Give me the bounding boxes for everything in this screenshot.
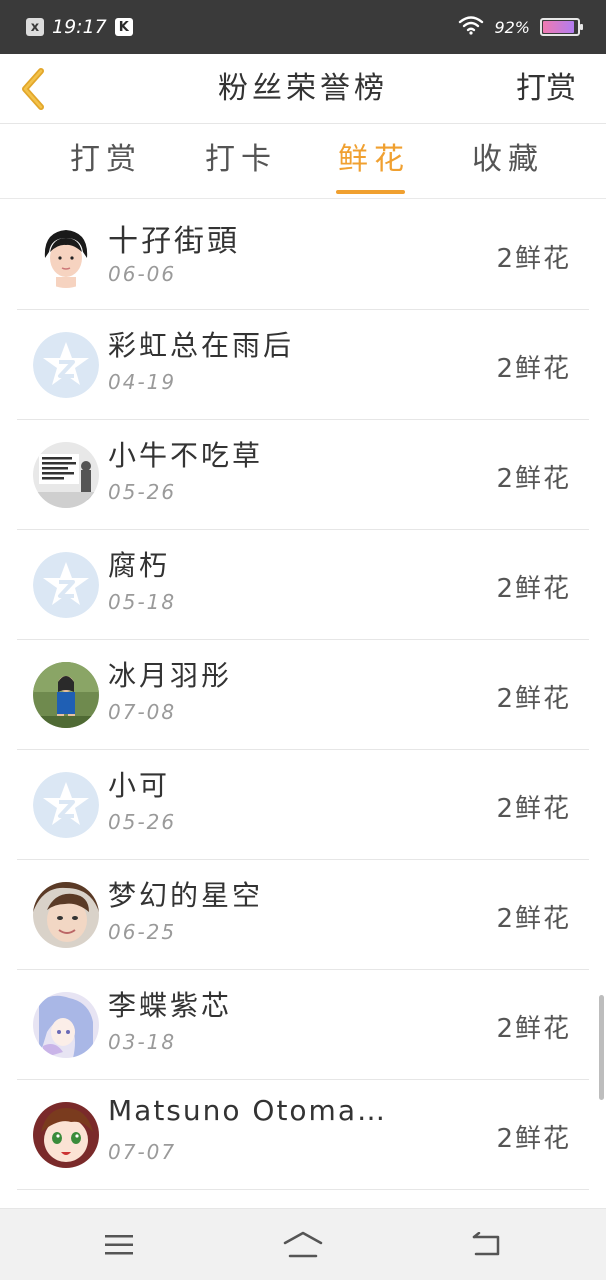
default-star-avatar <box>33 332 99 398</box>
fan-date: 06-25 <box>108 920 177 944</box>
back-nav-button[interactable] <box>462 1227 512 1263</box>
fan-date: 05-26 <box>108 480 177 504</box>
tab-bar: 打赏 打卡 鲜花 收藏 <box>0 125 606 199</box>
menu-icon <box>105 1235 133 1255</box>
fan-name: Matsuno Otoma… <box>108 1094 387 1127</box>
fan-date: 04-19 <box>108 370 177 394</box>
photo-avatar <box>33 662 99 728</box>
photo-avatar <box>33 442 99 508</box>
list-item[interactable]: Matsuno Otoma… 07-07 2鲜花 <box>17 1080 589 1190</box>
flower-count: 2鲜花 <box>496 464 571 494</box>
flower-count: 2鲜花 <box>496 244 571 274</box>
fan-name: 十孖街頭 <box>108 224 240 259</box>
fan-name: 冰月羽彤 <box>108 659 233 692</box>
anime-avatar <box>33 1102 99 1168</box>
photo-avatar <box>33 882 99 948</box>
fan-date: 03-18 <box>108 1030 177 1054</box>
active-tab-indicator <box>336 190 405 194</box>
battery-level <box>543 21 575 33</box>
back-icon <box>472 1232 500 1256</box>
k-app-icon: K <box>114 18 133 36</box>
menu-button[interactable] <box>94 1227 144 1263</box>
battery-percent: 92% <box>494 17 530 37</box>
fan-date: 07-07 <box>108 1140 177 1164</box>
status-bar: x 19:17 K 92% <box>0 0 606 54</box>
tab-favorites[interactable]: 收藏 <box>472 125 544 199</box>
flower-count: 2鲜花 <box>496 354 571 384</box>
list-item[interactable]: 李蝶紫芯 03-18 2鲜花 <box>17 970 589 1080</box>
status-time: 19:17 <box>52 16 107 38</box>
system-nav-bar <box>0 1208 606 1280</box>
scrollbar[interactable] <box>599 995 604 1100</box>
list-item[interactable]: 小牛不吃草 05-26 2鲜花 <box>17 420 589 530</box>
flower-count: 2鲜花 <box>496 794 571 824</box>
default-star-avatar <box>33 772 99 838</box>
list-item[interactable]: 小可 05-26 2鲜花 <box>17 750 589 860</box>
fan-date: 05-26 <box>108 810 177 834</box>
home-icon <box>283 1231 323 1258</box>
status-left: x 19:17 K <box>26 16 133 38</box>
reward-button[interactable]: 打赏 <box>516 54 576 124</box>
fan-date: 07-08 <box>108 700 177 724</box>
flower-count: 2鲜花 <box>496 1014 571 1044</box>
fan-name: 彩虹总在雨后 <box>108 329 295 362</box>
default-star-avatar <box>33 552 99 618</box>
fan-date: 06-06 <box>108 262 177 286</box>
fan-name: 小牛不吃草 <box>108 439 264 472</box>
app-header: 粉丝荣誉榜 打赏 <box>0 54 606 124</box>
status-right: 92% <box>458 15 583 40</box>
flower-count: 2鲜花 <box>496 574 571 604</box>
fan-list[interactable]: 十孖街頭 06-06 2鲜花 彩虹总在雨后 04-19 2鲜花 小牛不吃草 05… <box>0 200 606 1208</box>
list-item[interactable]: 彩虹总在雨后 04-19 2鲜花 <box>17 310 589 420</box>
list-item[interactable]: 梦幻的星空 06-25 2鲜花 <box>17 860 589 970</box>
avatar <box>33 222 99 288</box>
list-item[interactable]: 冰月羽彤 07-08 2鲜花 <box>17 640 589 750</box>
list-item[interactable]: 十孖街頭 06-06 2鲜花 <box>17 200 589 310</box>
tab-flowers[interactable]: 鲜花 <box>338 125 410 199</box>
flower-count: 2鲜花 <box>496 904 571 934</box>
battery-icon <box>540 18 583 36</box>
flower-count: 2鲜花 <box>496 1124 571 1154</box>
list-item[interactable]: 腐朽 05-18 2鲜花 <box>17 530 589 640</box>
wifi-icon <box>458 15 484 40</box>
notification-x-icon: x <box>26 18 44 36</box>
fan-name: 腐朽 <box>108 549 171 582</box>
home-button[interactable] <box>278 1227 328 1263</box>
fan-date: 05-18 <box>108 590 177 614</box>
fan-name: 小可 <box>108 769 171 802</box>
flower-count: 2鲜花 <box>496 684 571 714</box>
fan-name: 李蝶紫芯 <box>108 989 233 1022</box>
fan-name: 梦幻的星空 <box>108 879 264 912</box>
anime-avatar <box>33 992 99 1058</box>
tab-checkin[interactable]: 打卡 <box>205 125 277 199</box>
tab-reward[interactable]: 打赏 <box>70 125 142 199</box>
